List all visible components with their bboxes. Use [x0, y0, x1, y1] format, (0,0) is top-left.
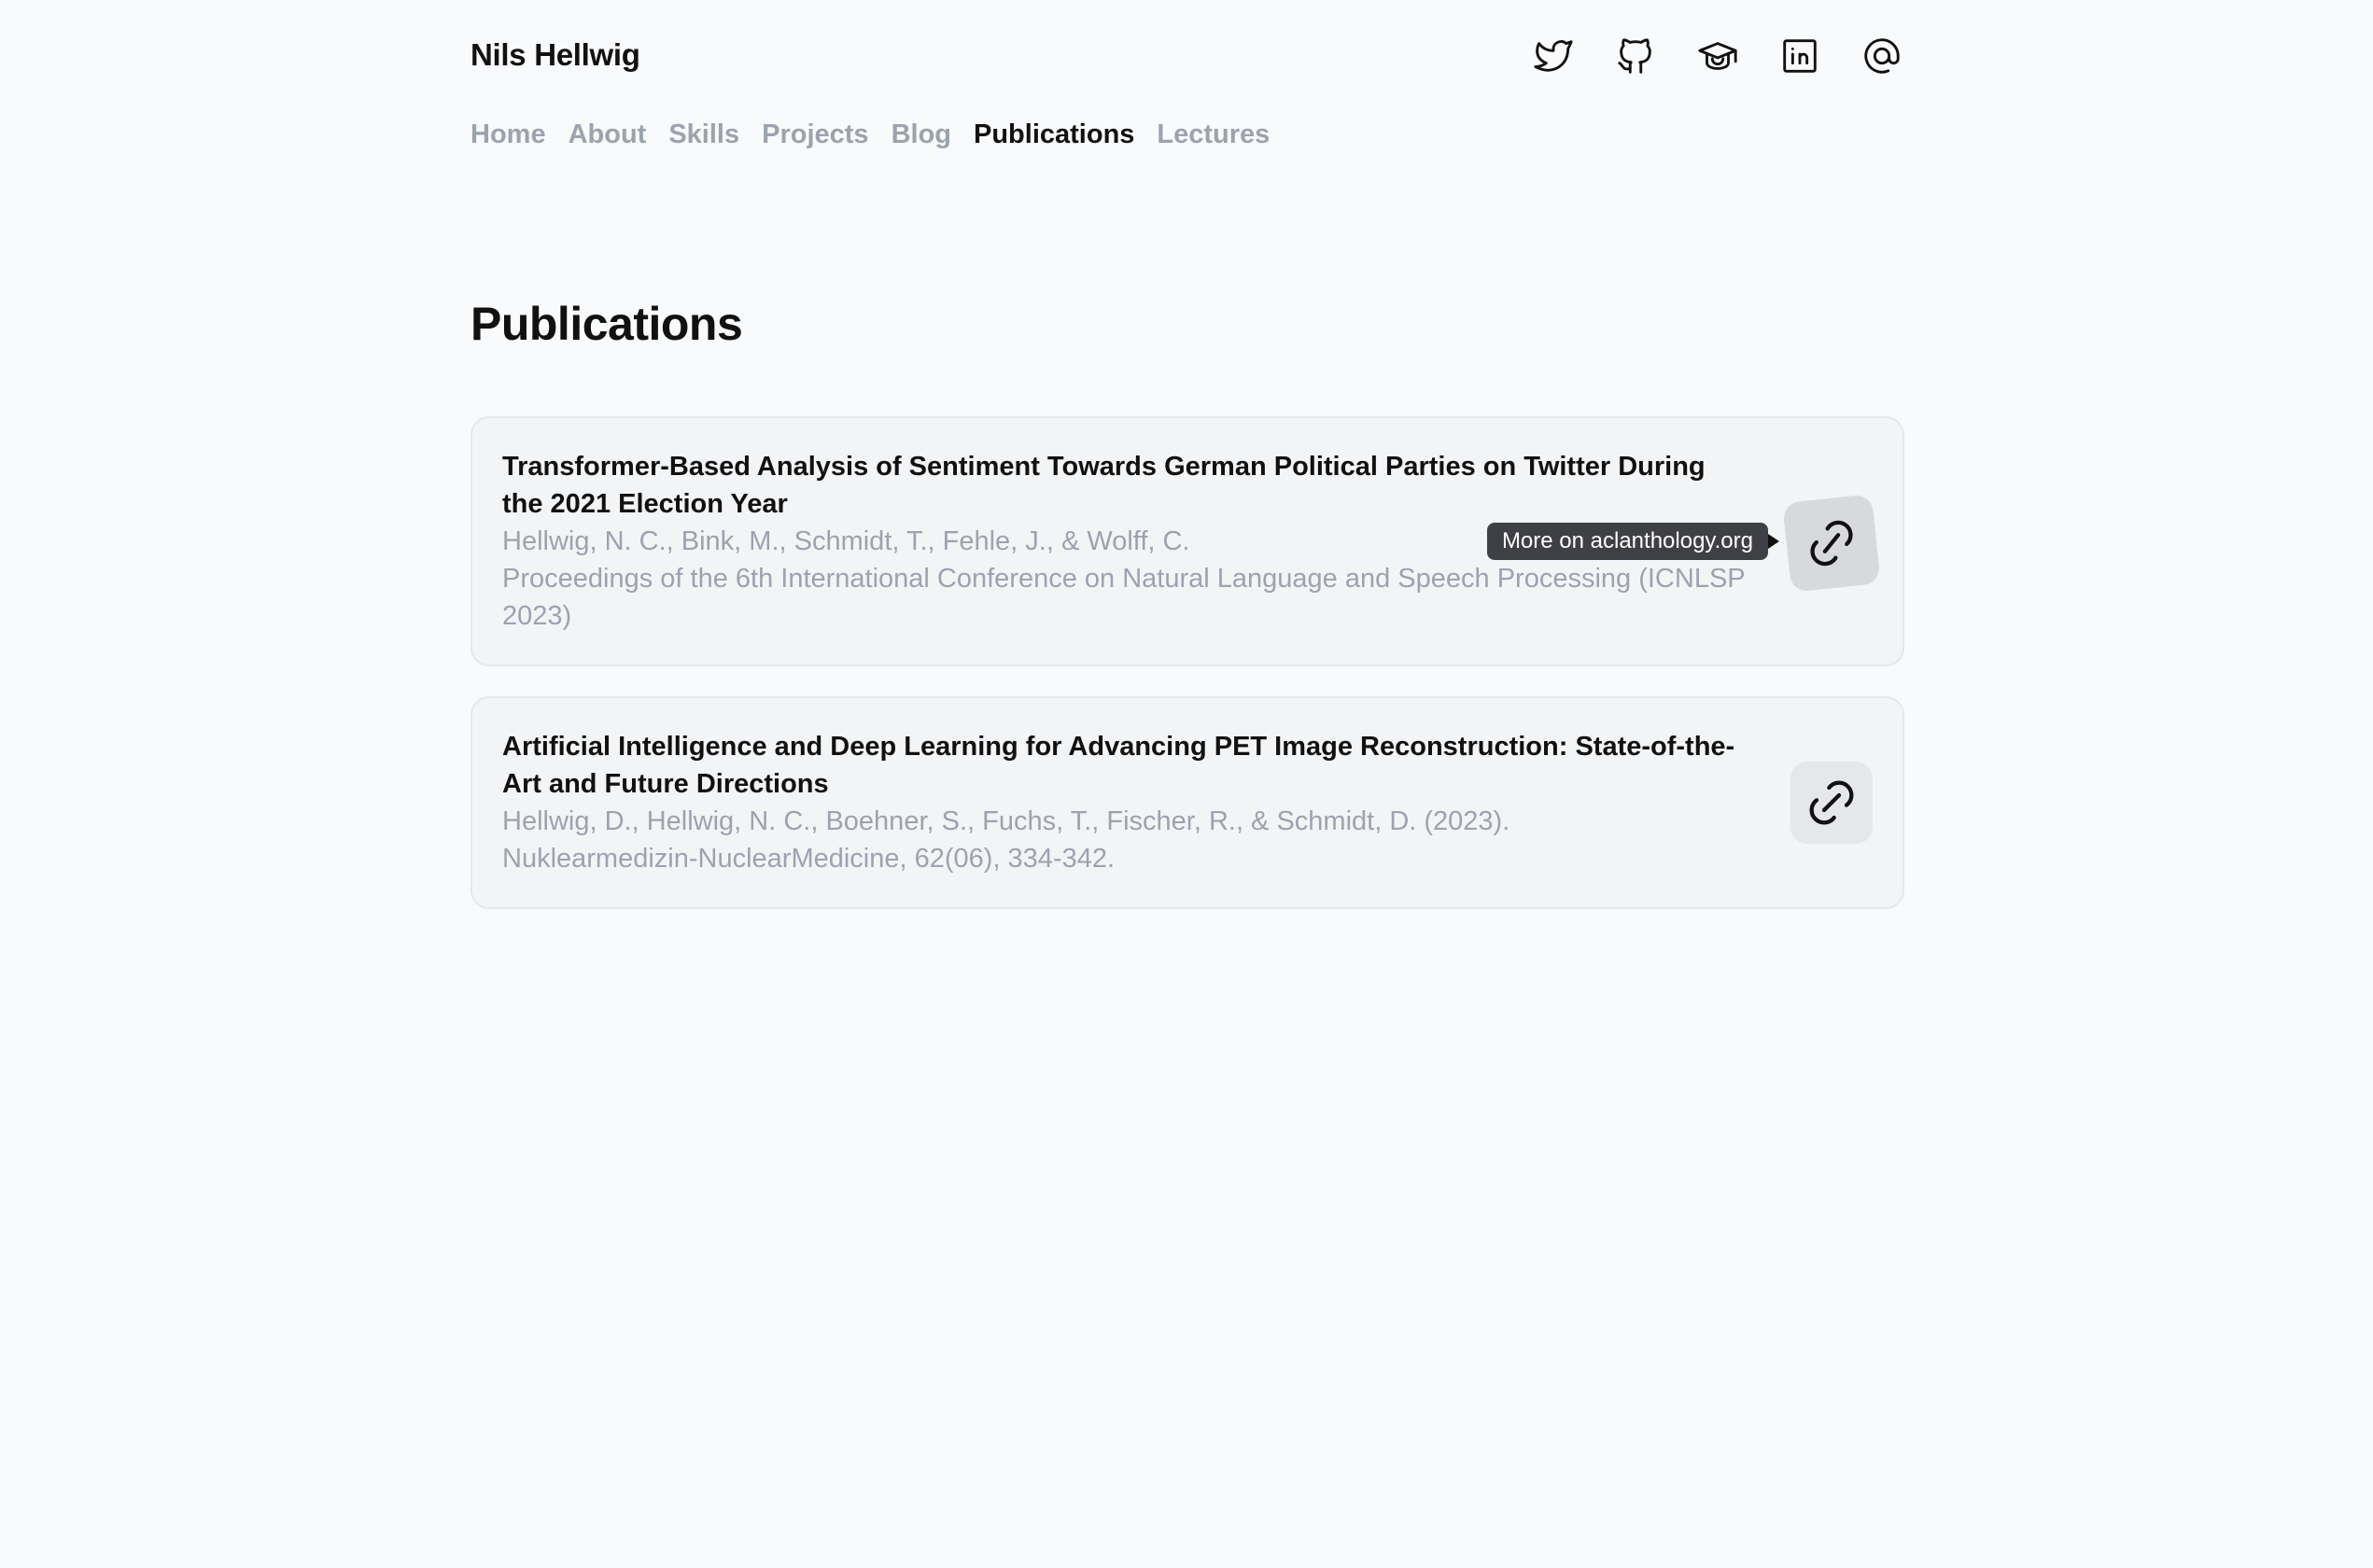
- link-icon: [1809, 780, 1854, 825]
- publication-card: Transformer-Based Analysis of Sentiment …: [470, 416, 1904, 666]
- twitter-icon[interactable]: [1531, 34, 1576, 78]
- link-icon: [1810, 520, 1853, 567]
- nav-lectures[interactable]: Lectures: [1157, 119, 1270, 150]
- page-container: Nils Hellwig Home About Skills Projects …: [470, 0, 1904, 909]
- nav-publications[interactable]: Publications: [974, 119, 1134, 150]
- nav-blog[interactable]: Blog: [892, 119, 951, 150]
- linkedin-icon[interactable]: [1777, 34, 1822, 78]
- publication-link-button[interactable]: [1790, 762, 1873, 844]
- link-tooltip: More on aclanthology.org: [1486, 523, 1780, 560]
- social-links: [1531, 34, 1904, 78]
- github-icon[interactable]: [1613, 34, 1658, 78]
- nav-projects[interactable]: Projects: [762, 119, 868, 150]
- publication-card: Artificial Intelligence and Deep Learnin…: [470, 696, 1904, 909]
- nav-home[interactable]: Home: [470, 119, 546, 150]
- publication-venue: Proceedings of the 6th International Con…: [502, 564, 1746, 631]
- publication-title: Artificial Intelligence and Deep Learnin…: [502, 732, 1735, 799]
- publication-link-button[interactable]: [1782, 494, 1881, 593]
- publication-authors: Hellwig, D., Hellwig, N. C., Boehner, S.…: [502, 806, 1510, 836]
- header: Nils Hellwig Home About Skills Projects …: [470, 0, 1904, 149]
- email-icon[interactable]: [1860, 34, 1904, 78]
- nav-about[interactable]: About: [569, 119, 647, 150]
- main-nav: Home About Skills Projects Blog Publicat…: [470, 119, 1270, 150]
- nav-skills[interactable]: Skills: [668, 119, 739, 150]
- publication-title: Transformer-Based Analysis of Sentiment …: [502, 452, 1706, 519]
- publication-venue: Nuklearmedizin-NuclearMedicine, 62(06), …: [502, 844, 1116, 874]
- page-title: Publications: [470, 298, 743, 350]
- scholar-icon[interactable]: [1695, 34, 1740, 78]
- site-name[interactable]: Nils Hellwig: [470, 37, 640, 73]
